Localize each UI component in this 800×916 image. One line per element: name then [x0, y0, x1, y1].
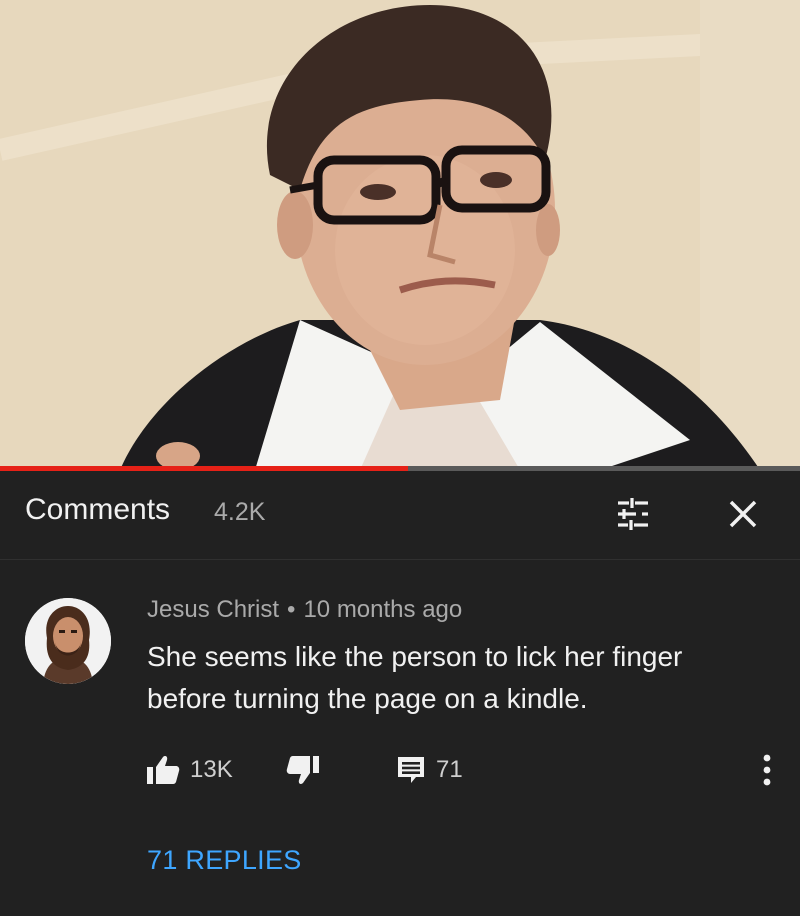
video-frame: [0, 0, 800, 470]
thumbs-up-icon: [147, 756, 180, 784]
reply-comment-icon: [398, 757, 424, 783]
like-button[interactable]: 13K: [146, 750, 233, 790]
more-vertical-icon: [763, 754, 771, 786]
like-count: 13K: [190, 756, 233, 783]
reply-count: 71: [436, 756, 463, 783]
avatar[interactable]: [25, 598, 111, 684]
thumbs-down-icon: [286, 756, 319, 784]
comment-actions: 13K 71: [146, 750, 766, 790]
comments-title: Comments: [25, 493, 171, 526]
reply-button[interactable]: 71: [396, 750, 463, 790]
dislike-button[interactable]: [286, 750, 320, 790]
meta-separator: •: [287, 596, 296, 623]
sort-filter-icon: [618, 498, 648, 530]
sort-filter-button[interactable]: [610, 491, 656, 537]
comments-header: Comments 4.2K: [0, 471, 800, 560]
comment-item: Jesus Christ • 10 months ago She seems lik…: [0, 560, 800, 916]
avatar-image: [25, 598, 111, 684]
close-button[interactable]: [718, 491, 768, 537]
video-player[interactable]: [0, 0, 800, 470]
comment-author[interactable]: Jesus Christ: [147, 596, 279, 623]
comment-text: She seems like the person to lick her fi…: [147, 641, 683, 714]
comment-timestamp: 10 months ago: [303, 596, 463, 623]
comments-count: 4.2K: [214, 498, 266, 526]
comment-meta: Jesus Christ • 10 months ago: [147, 596, 462, 624]
view-replies-link[interactable]: 71 REPLIES: [147, 845, 302, 876]
more-options-button[interactable]: [752, 750, 782, 790]
close-icon: [729, 500, 757, 528]
